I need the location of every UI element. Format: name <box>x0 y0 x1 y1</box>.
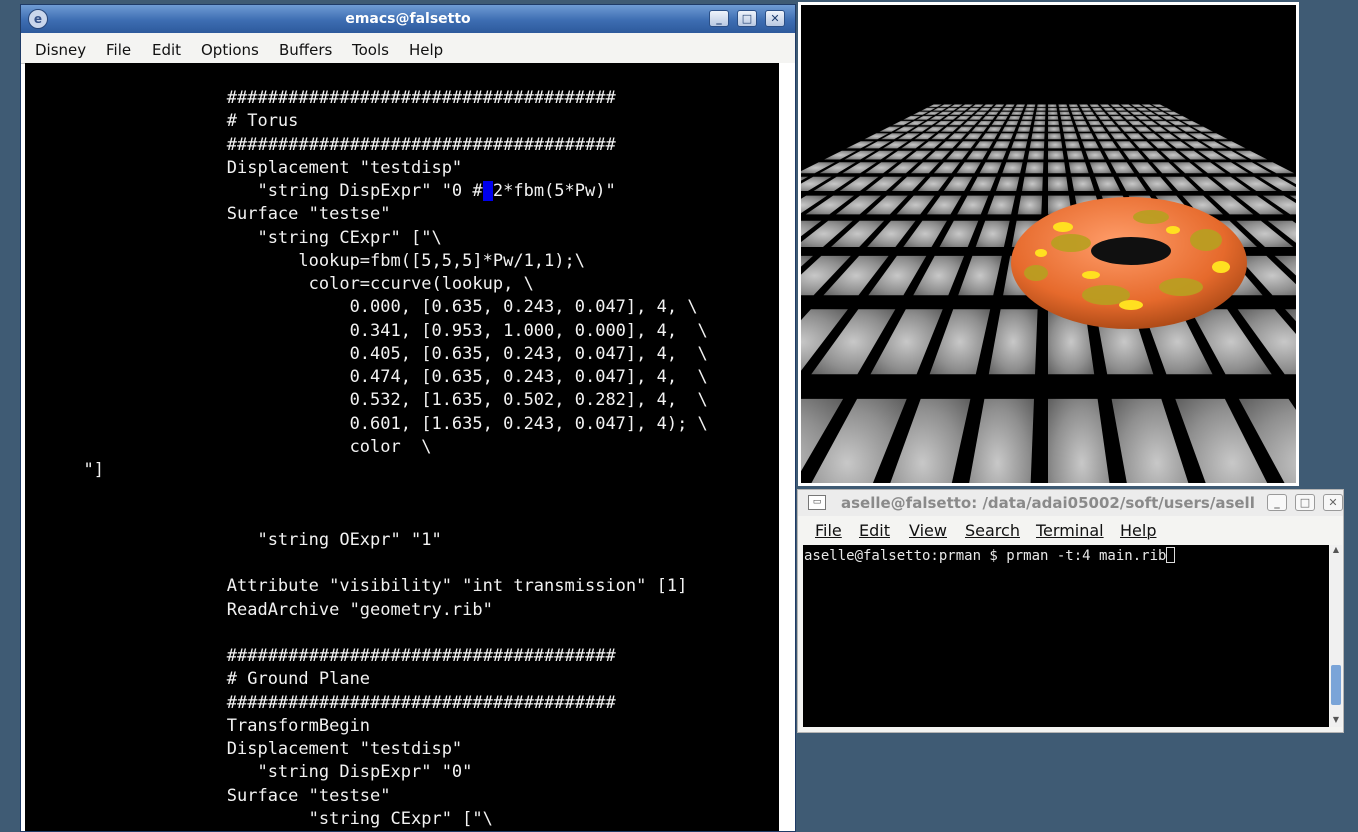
scroll-up-icon[interactable]: ▲ <box>1330 545 1342 557</box>
emacs-titlebar[interactable]: e emacs@falsetto _ □ ✕ <box>21 5 795 33</box>
floor-tile <box>1025 162 1044 174</box>
scroll-down-icon[interactable]: ▼ <box>1330 715 1342 727</box>
terminal-window: ▭ aselle@falsetto: /data/adai05002/soft/… <box>797 489 1344 733</box>
menu-search[interactable]: Search <box>965 521 1020 540</box>
minimize-icon[interactable]: _ <box>709 10 729 27</box>
render-image <box>801 5 1296 483</box>
floor-tile <box>1017 195 1043 215</box>
text-cursor <box>482 181 493 201</box>
close-icon[interactable]: ✕ <box>765 10 785 27</box>
terminal-screen[interactable]: aselle@falsetto:prman $ prman -t:4 main.… <box>803 545 1329 727</box>
maximize-icon[interactable]: □ <box>1295 494 1315 511</box>
emacs-window-title: emacs@falsetto <box>345 11 471 27</box>
command-prompt: aselle@falsetto:prman $ prman -t:4 main.… <box>804 548 1167 564</box>
emacs-scrollbar[interactable] <box>779 63 795 831</box>
terminal-menubar: File Edit View Search Terminal Help <box>798 518 1343 544</box>
menu-help[interactable]: Help <box>409 41 443 59</box>
maximize-icon[interactable]: □ <box>737 10 757 27</box>
emacs-menubar: Disney File Edit Options Buffers Tools H… <box>21 33 795 64</box>
terminal-app-icon[interactable]: ▭ <box>808 495 826 510</box>
emacs-scroll-thumb[interactable] <box>782 65 792 185</box>
terminal-scroll-thumb[interactable] <box>1331 665 1341 705</box>
render-preview-window <box>798 2 1299 486</box>
menu-file[interactable]: File <box>815 521 842 540</box>
menu-edit[interactable]: Edit <box>859 521 890 540</box>
terminal-cursor <box>1166 547 1176 563</box>
terminal-titlebar[interactable]: ▭ aselle@falsetto: /data/adai05002/soft/… <box>798 490 1343 516</box>
floor-tile <box>1048 150 1064 160</box>
floor-tile <box>1066 150 1085 160</box>
floor-tile <box>1048 176 1069 191</box>
floor-tile <box>1022 176 1043 191</box>
menu-disney[interactable]: Disney <box>35 41 86 59</box>
menu-edit[interactable]: Edit <box>152 41 181 59</box>
terminal-line: aselle@falsetto:prman $ prman -t:4 main.… <box>804 547 1176 564</box>
menu-help[interactable]: Help <box>1120 521 1156 540</box>
floor-tile <box>1027 150 1044 160</box>
close-icon[interactable]: ✕ <box>1323 494 1343 511</box>
menu-file[interactable]: File <box>106 41 131 59</box>
minimize-icon[interactable]: _ <box>1267 494 1287 511</box>
terminal-window-title: aselle@falsetto: /data/adai05002/soft/us… <box>841 494 1255 512</box>
emacs-window: e emacs@falsetto _ □ ✕ Disney File Edit … <box>20 4 796 832</box>
menu-tools[interactable]: Tools <box>352 41 389 59</box>
terminal-scrollbar[interactable]: ▲ ▼ <box>1330 545 1342 727</box>
torus <box>1011 197 1247 329</box>
floor-tile <box>1048 162 1066 174</box>
code-after-cursor: 2*fbm(5*Pw)" Surface "testse" "string CE… <box>83 181 708 829</box>
menu-options[interactable]: Options <box>201 41 259 59</box>
menu-terminal[interactable]: Terminal <box>1036 521 1104 540</box>
menu-buffers[interactable]: Buffers <box>279 41 332 59</box>
rib-code[interactable]: ###################################### #… <box>63 87 708 831</box>
emacs-text-buffer[interactable]: ###################################### #… <box>25 63 779 831</box>
menu-view[interactable]: View <box>909 521 947 540</box>
